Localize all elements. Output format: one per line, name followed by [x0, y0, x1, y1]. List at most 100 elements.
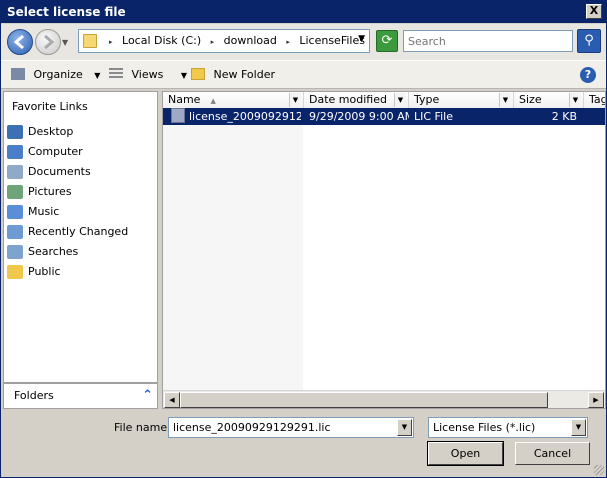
music-icon: [7, 205, 23, 219]
address-bar[interactable]: ▸ Local Disk (C:) ▸ download ▸ LicenseFi…: [78, 29, 370, 53]
resize-grip-icon[interactable]: [594, 465, 604, 475]
back-button[interactable]: [7, 29, 33, 55]
breadcrumb-separator-icon: ▸: [109, 38, 113, 46]
sidebar-item-searches[interactable]: Searches: [4, 242, 157, 262]
scrollbar-thumb[interactable]: [180, 392, 548, 408]
sidebar-item-label: Public: [28, 265, 61, 278]
favorite-links-list: Desktop Computer Documents Pictures Musi…: [4, 122, 157, 282]
views-button[interactable]: Views ▼: [109, 66, 187, 84]
chevron-down-icon[interactable]: ▼: [397, 419, 412, 436]
organize-label: Organize: [33, 68, 83, 81]
public-folder-icon: [7, 265, 23, 279]
file-list: Name ▲ ▼ Date modified ▼ Type ▼ Size ▼ Ta…: [162, 91, 606, 409]
file-name-cell: license_2009092912...: [189, 110, 301, 123]
file-size-cell: 2 KB: [551, 110, 577, 123]
file-name-field[interactable]: license_20090929129291.lic ▼: [168, 417, 414, 438]
horizontal-scrollbar[interactable]: ◀ ▶: [163, 390, 605, 408]
computer-icon: [7, 145, 23, 159]
search-button[interactable]: ⚲: [577, 29, 601, 53]
address-row: ▼ ▸ Local Disk (C:) ▸ download ▸ License…: [1, 24, 606, 60]
folders-toggle[interactable]: Folders ⌃: [3, 383, 158, 409]
forward-arrow-icon: [44, 34, 55, 50]
breadcrumb-licensefiles[interactable]: LicenseFiles: [299, 34, 365, 47]
sidebar-item-label: Computer: [28, 145, 83, 158]
views-label: Views: [131, 68, 164, 81]
sort-ascending-icon: ▲: [210, 97, 216, 105]
close-button[interactable]: X: [586, 4, 602, 19]
sidebar-item-public[interactable]: Public: [4, 262, 157, 282]
breadcrumb-separator-icon: ▸: [210, 38, 215, 46]
chevron-up-icon: ⌃: [142, 388, 153, 403]
select-license-file-dialog: Select license file X ▼ ▸ Local Disk (C:…: [0, 0, 607, 478]
sidebar-item-label: Searches: [28, 245, 79, 258]
lic-file-icon: [171, 108, 185, 123]
back-arrow-icon: [13, 34, 24, 50]
search-icon: ⚲: [584, 33, 594, 48]
sidebar-item-label: Pictures: [28, 185, 72, 198]
new-folder-label: New Folder: [213, 68, 275, 81]
recently-changed-icon: [7, 225, 23, 239]
navigation-pane: Favorite Links Desktop Computer Document…: [3, 91, 158, 383]
cancel-button[interactable]: Cancel: [515, 442, 590, 465]
table-row[interactable]: license_2009092912... 9/29/2009 9:00 AM …: [163, 108, 605, 125]
organize-button[interactable]: Organize ▼: [11, 66, 100, 84]
sidebar-item-pictures[interactable]: Pictures: [4, 182, 157, 202]
file-type-cell: LIC File: [414, 110, 453, 123]
favorite-links-header: Favorite Links: [12, 100, 88, 113]
chevron-down-icon[interactable]: ▼: [394, 93, 406, 107]
column-header-size[interactable]: Size ▼: [514, 92, 584, 109]
views-icon: [109, 68, 123, 80]
chevron-down-icon[interactable]: ▼: [499, 93, 511, 107]
scroll-left-icon[interactable]: ◀: [164, 392, 180, 408]
window-title: Select license file: [7, 5, 126, 19]
file-type-value: License Files (*.lic): [433, 421, 536, 434]
recent-pages-dropdown-icon[interactable]: ▼: [62, 38, 68, 47]
new-folder-button[interactable]: New Folder: [191, 66, 275, 84]
sidebar-item-music[interactable]: Music: [4, 202, 157, 222]
refresh-button[interactable]: ⟳: [376, 30, 398, 52]
breadcrumb-separator-icon: ▸: [286, 38, 290, 46]
pictures-icon: [7, 185, 23, 199]
chevron-down-icon: ▼: [180, 71, 187, 80]
column-header-tag[interactable]: Tag: [584, 92, 605, 109]
organize-icon: [11, 68, 25, 80]
new-folder-icon: [191, 68, 205, 80]
file-date-cell: 9/29/2009 9:00 AM: [309, 110, 409, 123]
open-button[interactable]: Open: [427, 441, 504, 466]
help-icon[interactable]: ?: [580, 67, 596, 83]
sidebar-item-label: Documents: [28, 165, 91, 178]
sidebar-item-label: Recently Changed: [28, 225, 129, 238]
column-header-name[interactable]: Name ▲ ▼: [163, 92, 304, 109]
chevron-down-icon[interactable]: ▼: [569, 93, 581, 107]
chevron-down-icon[interactable]: ▼: [571, 419, 586, 436]
column-header-type[interactable]: Type ▼: [409, 92, 514, 109]
desktop-icon: [7, 125, 23, 139]
search-input[interactable]: [403, 30, 573, 52]
searches-icon: [7, 245, 23, 259]
sidebar-item-label: Music: [28, 205, 60, 218]
refresh-icon: ⟳: [381, 33, 393, 48]
chevron-down-icon[interactable]: ▼: [289, 93, 301, 107]
sidebar-item-computer[interactable]: Computer: [4, 142, 157, 162]
command-toolbar: Organize ▼ Views ▼ New Folder ?: [1, 60, 606, 89]
scroll-right-icon[interactable]: ▶: [588, 392, 604, 408]
breadcrumb-download[interactable]: download: [224, 34, 277, 47]
forward-button[interactable]: [35, 29, 61, 55]
name-column-shading: [163, 110, 303, 390]
file-name-label: File name:: [114, 421, 171, 434]
breadcrumb: ▸ Local Disk (C:) ▸ download ▸ LicenseFi…: [103, 30, 365, 52]
file-type-select[interactable]: License Files (*.lic) ▼: [428, 417, 588, 438]
breadcrumb-local-disk[interactable]: Local Disk (C:): [122, 34, 201, 47]
sidebar-item-desktop[interactable]: Desktop: [4, 122, 157, 142]
address-dropdown-icon[interactable]: ▼: [358, 34, 365, 44]
file-name-value: license_20090929129291.lic: [173, 421, 331, 434]
sidebar-item-recently-changed[interactable]: Recently Changed: [4, 222, 157, 242]
column-header-date-modified[interactable]: Date modified ▼: [304, 92, 409, 109]
sidebar-item-documents[interactable]: Documents: [4, 162, 157, 182]
sidebar-item-label: Desktop: [28, 125, 74, 138]
column-headers: Name ▲ ▼ Date modified ▼ Type ▼ Size ▼ Ta…: [163, 92, 605, 109]
title-bar: Select license file X: [1, 1, 606, 23]
chevron-down-icon: ▼: [94, 71, 101, 80]
folder-icon: [83, 34, 97, 48]
documents-icon: [7, 165, 23, 179]
